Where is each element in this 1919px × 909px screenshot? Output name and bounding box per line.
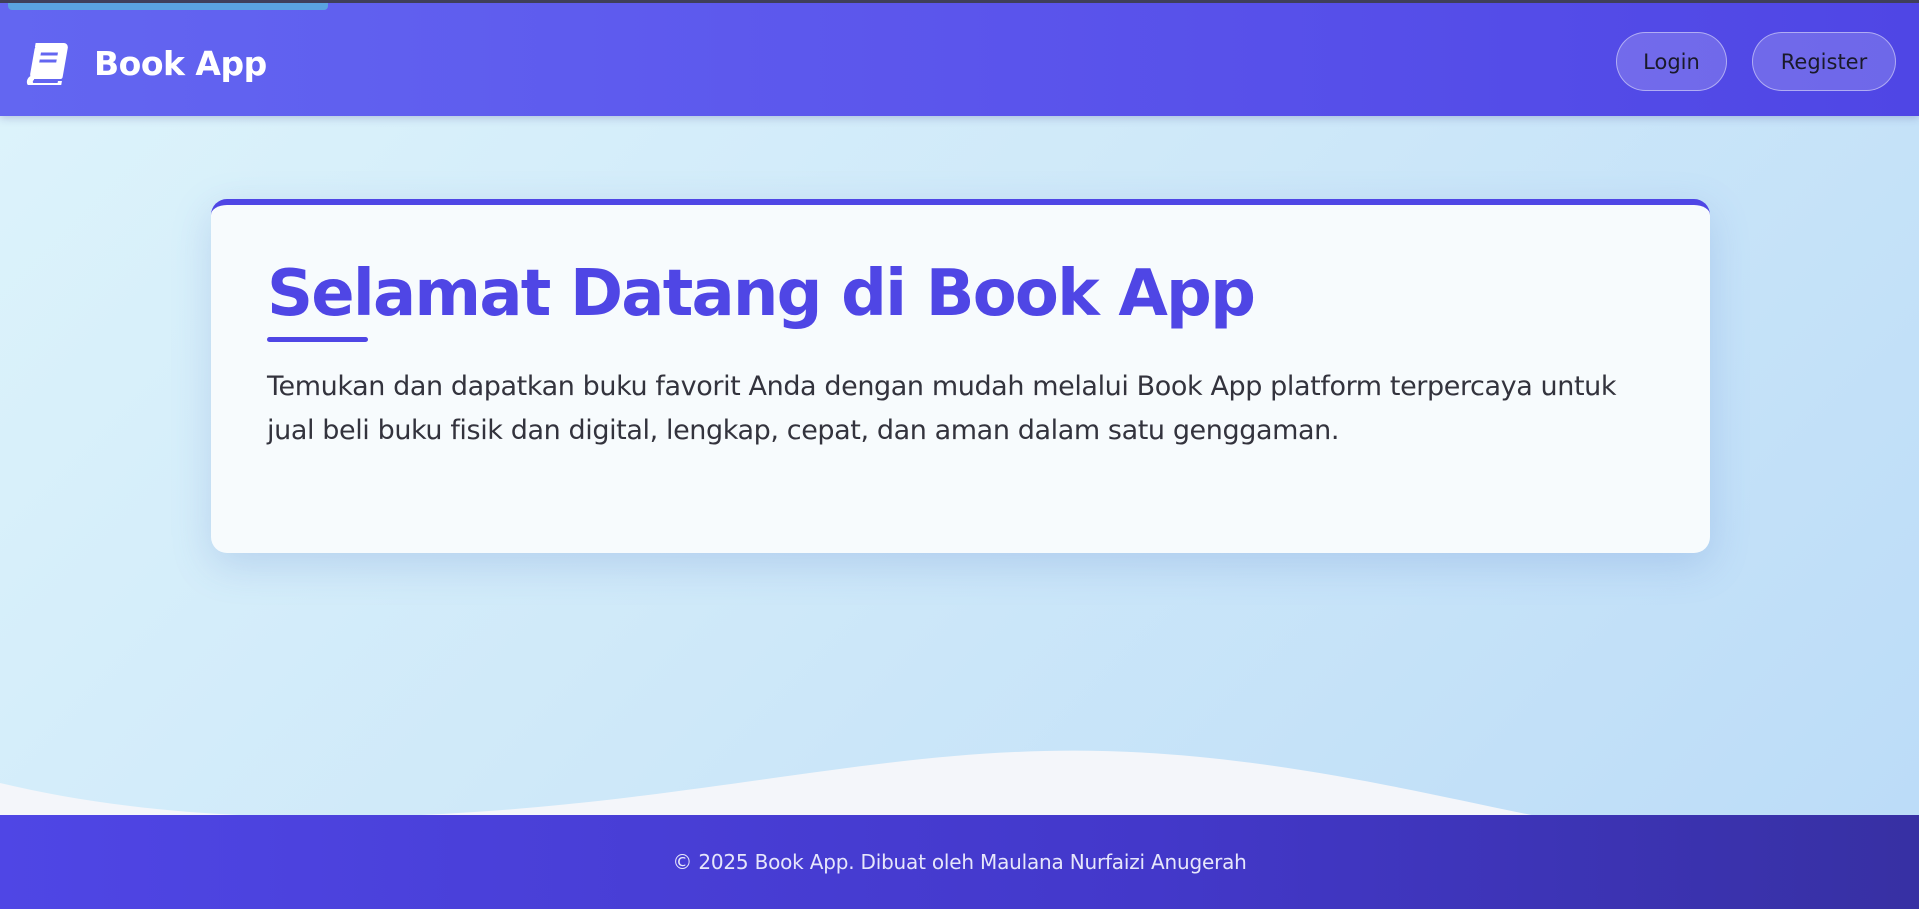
welcome-card: Selamat Datang di Book App Temukan dan d… (211, 199, 1710, 553)
footer-copyright: © 2025 Book App. Dibuat oleh Maulana Nur… (672, 850, 1247, 874)
footer: © 2025 Book App. Dibuat oleh Maulana Nur… (0, 815, 1919, 909)
brand-link[interactable]: Book App (24, 39, 267, 87)
welcome-description: Temukan dan dapatkan buku favorit Anda d… (267, 371, 1617, 446)
login-button[interactable]: Login (1616, 32, 1727, 91)
title-underline (267, 337, 368, 342)
register-button[interactable]: Register (1752, 32, 1896, 91)
navbar: Book App Login Register (0, 0, 1919, 116)
page-title: Selamat Datang di Book App (267, 257, 1256, 331)
top-progress-bar (8, 3, 328, 10)
book-icon (24, 41, 68, 85)
page: Book App Login Register Selamat Datang d… (0, 0, 1919, 909)
brand-name: Book App (94, 43, 267, 83)
